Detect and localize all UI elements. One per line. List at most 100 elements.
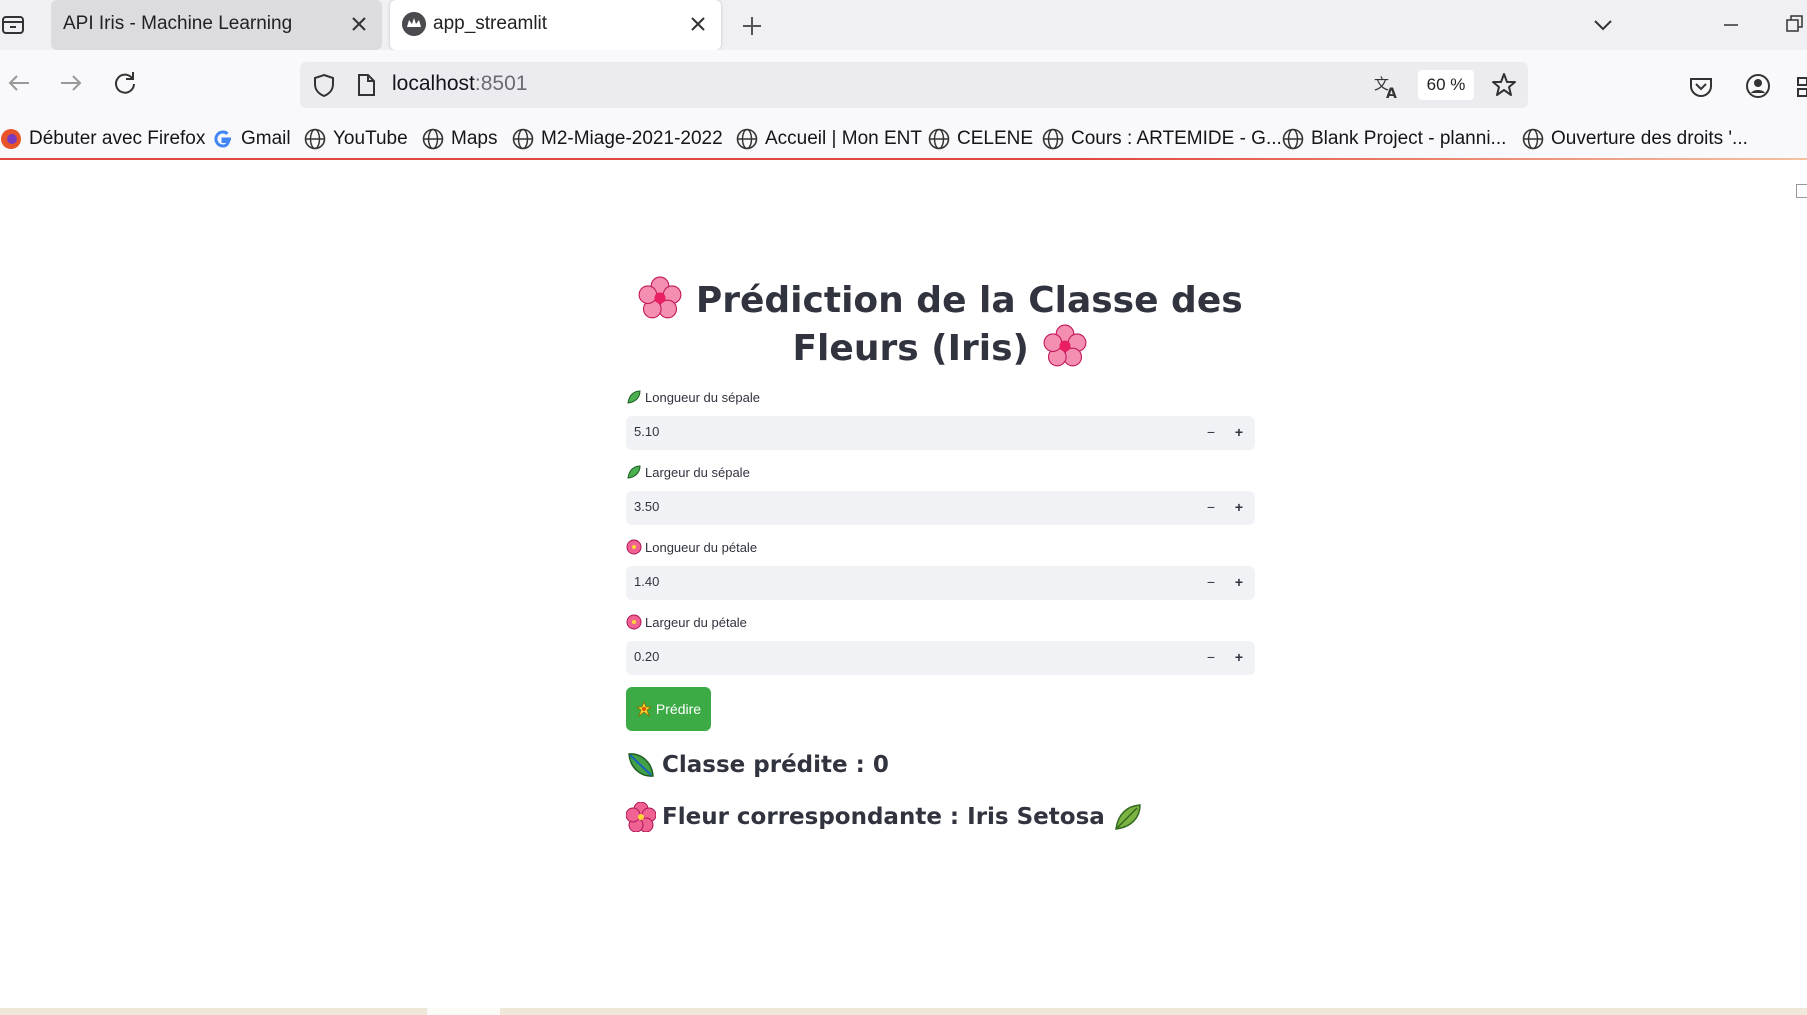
account-icon[interactable] [1744, 72, 1772, 100]
back-arrow-icon[interactable] [2, 66, 36, 100]
field-label-text: Largeur du pétale [645, 614, 747, 630]
page-info-icon[interactable] [355, 73, 377, 97]
input-value[interactable]: 0.20 [634, 649, 659, 664]
tab-title: API Iris - Machine Learning [63, 13, 293, 34]
field-petal-width: Largeur du pétale 0.20 − + [626, 613, 1255, 675]
bookmark-label: Débuter avec Firefox [29, 128, 206, 149]
url-port: :8501 [474, 72, 528, 95]
page-title: Prédiction de la Classe des Fleurs (Iris… [626, 276, 1254, 372]
tab-strip: API Iris - Machine Learning app_streamli… [0, 0, 1807, 50]
svg-text:A: A [1386, 86, 1397, 100]
increment-button[interactable]: + [1229, 647, 1249, 667]
bookmark-gmail[interactable]: Gmail [212, 126, 291, 152]
increment-button[interactable]: + [1229, 497, 1249, 517]
field-sepal-length: Longueur du sépale 5.10 − + [626, 388, 1255, 450]
cherry-blossom-icon [638, 276, 682, 319]
globe-icon [928, 128, 950, 150]
scroll-thumb[interactable] [427, 1008, 500, 1015]
close-icon[interactable] [348, 13, 370, 35]
url-host: localhost [392, 72, 475, 95]
leaf-icon [628, 753, 654, 777]
predicted-class-heading: Classe prédite : 0 [626, 750, 889, 780]
new-tab-plus-icon[interactable] [738, 12, 766, 40]
bookmark-maps[interactable]: Maps [422, 126, 497, 152]
tab-api-iris[interactable]: API Iris - Machine Learning [51, 0, 382, 50]
zoom-level-badge[interactable]: 60 % [1418, 70, 1474, 100]
globe-icon [1042, 128, 1064, 150]
shield-icon[interactable] [312, 73, 336, 97]
sepal-width-input[interactable]: 3.50 − + [626, 491, 1255, 525]
hibiscus-icon [626, 614, 642, 630]
leaf-icon [1114, 804, 1141, 830]
bookmark-label: Maps [451, 128, 498, 149]
streamlit-app: Prédiction de la Classe des Fleurs (Iris… [0, 160, 1807, 1015]
bookmark-label: M2-Miage-2021-2022 [541, 128, 723, 149]
bookmark-label: YouTube [333, 128, 408, 149]
leaf-icon [627, 390, 641, 404]
google-icon [214, 130, 231, 148]
chevron-down-icon[interactable] [1590, 14, 1616, 36]
petal-width-input[interactable]: 0.20 − + [626, 641, 1255, 675]
globe-icon [304, 128, 326, 150]
globe-icon [736, 128, 758, 150]
hibiscus-icon [626, 802, 656, 832]
field-petal-length: Longueur du pétale 1.40 − + [626, 538, 1255, 600]
globe-icon [422, 128, 444, 150]
pocket-icon[interactable] [1688, 74, 1714, 100]
decrement-button[interactable]: − [1201, 422, 1221, 442]
bookmark-cours-artemide[interactable]: Cours : ARTEMIDE - G... [1042, 126, 1282, 152]
bookmark-label: Blank Project - planni... [1311, 128, 1507, 149]
input-value[interactable]: 1.40 [634, 574, 659, 589]
field-label-text: Largeur du sépale [645, 464, 750, 480]
tab-app-streamlit[interactable]: app_streamlit [390, 0, 721, 50]
bookmark-celene[interactable]: CELENE [928, 126, 1033, 152]
matching-flower-heading: Fleur correspondante : Iris Setosa [626, 802, 1143, 832]
sparkle-flower-icon [635, 701, 652, 717]
bookmark-label: CELENE [957, 128, 1034, 149]
bookmark-m2-miage[interactable]: M2-Miage-2021-2022 [512, 126, 723, 152]
translate-icon[interactable]: 文 A [1373, 72, 1401, 100]
decrement-button[interactable]: − [1201, 572, 1221, 592]
reload-icon[interactable] [108, 66, 142, 100]
predict-button-label: Prédire [655, 701, 702, 717]
bookmark-blank-project[interactable]: Blank Project - planni... [1282, 126, 1506, 152]
url-text[interactable]: localhost:8501 [392, 72, 527, 96]
globe-icon [1522, 128, 1544, 150]
hibiscus-icon [626, 539, 642, 555]
bookmark-ouverture-droits[interactable]: Ouverture des droits '... [1522, 126, 1748, 152]
decrement-button[interactable]: − [1201, 497, 1221, 517]
bookmark-label: Gmail [241, 128, 291, 149]
minimize-icon[interactable] [1718, 14, 1744, 36]
bookmark-label: Ouverture des droits '... [1551, 128, 1748, 149]
tab-title: app_streamlit [433, 13, 548, 34]
close-icon[interactable] [687, 13, 709, 35]
cherry-blossom-icon [1043, 324, 1086, 367]
tab-list-icon[interactable] [0, 12, 26, 38]
extensions-icon[interactable] [1796, 74, 1807, 100]
bookmark-youtube[interactable]: YouTube [304, 126, 408, 152]
petal-length-input[interactable]: 1.40 − + [626, 566, 1255, 600]
app-menu-edge[interactable] [1796, 184, 1807, 198]
bookmark-star-icon[interactable] [1490, 71, 1518, 99]
field-sepal-width: Largeur du sépale 3.50 − + [626, 463, 1255, 525]
input-value[interactable]: 5.10 [634, 424, 659, 439]
page-title-text: Prédiction de la Classe des Fleurs (Iris… [695, 280, 1243, 369]
navigation-bar: localhost:8501 文 A 60 % [0, 50, 1807, 126]
forward-arrow-icon[interactable] [54, 66, 88, 100]
increment-button[interactable]: + [1229, 422, 1249, 442]
sepal-length-input[interactable]: 5.10 − + [626, 416, 1255, 450]
firefox-icon [1, 129, 21, 149]
field-label-text: Longueur du sépale [645, 389, 760, 405]
restore-window-icon[interactable] [1784, 12, 1806, 36]
matching-flower-text: Fleur correspondante : Iris Setosa [662, 804, 1105, 830]
increment-button[interactable]: + [1229, 572, 1249, 592]
predict-button[interactable]: Prédire [626, 687, 711, 731]
input-value[interactable]: 3.50 [634, 499, 659, 514]
decrement-button[interactable]: − [1201, 647, 1221, 667]
bookmark-accueil-ent[interactable]: Accueil | Mon ENT [736, 126, 922, 152]
url-bar[interactable]: localhost:8501 文 A 60 % [300, 62, 1528, 108]
streamlit-crown-icon [402, 12, 426, 36]
bookmark-label: Accueil | Mon ENT [765, 128, 922, 149]
bookmark-debuter-firefox[interactable]: Débuter avec Firefox [0, 126, 205, 152]
globe-icon [1282, 128, 1304, 150]
